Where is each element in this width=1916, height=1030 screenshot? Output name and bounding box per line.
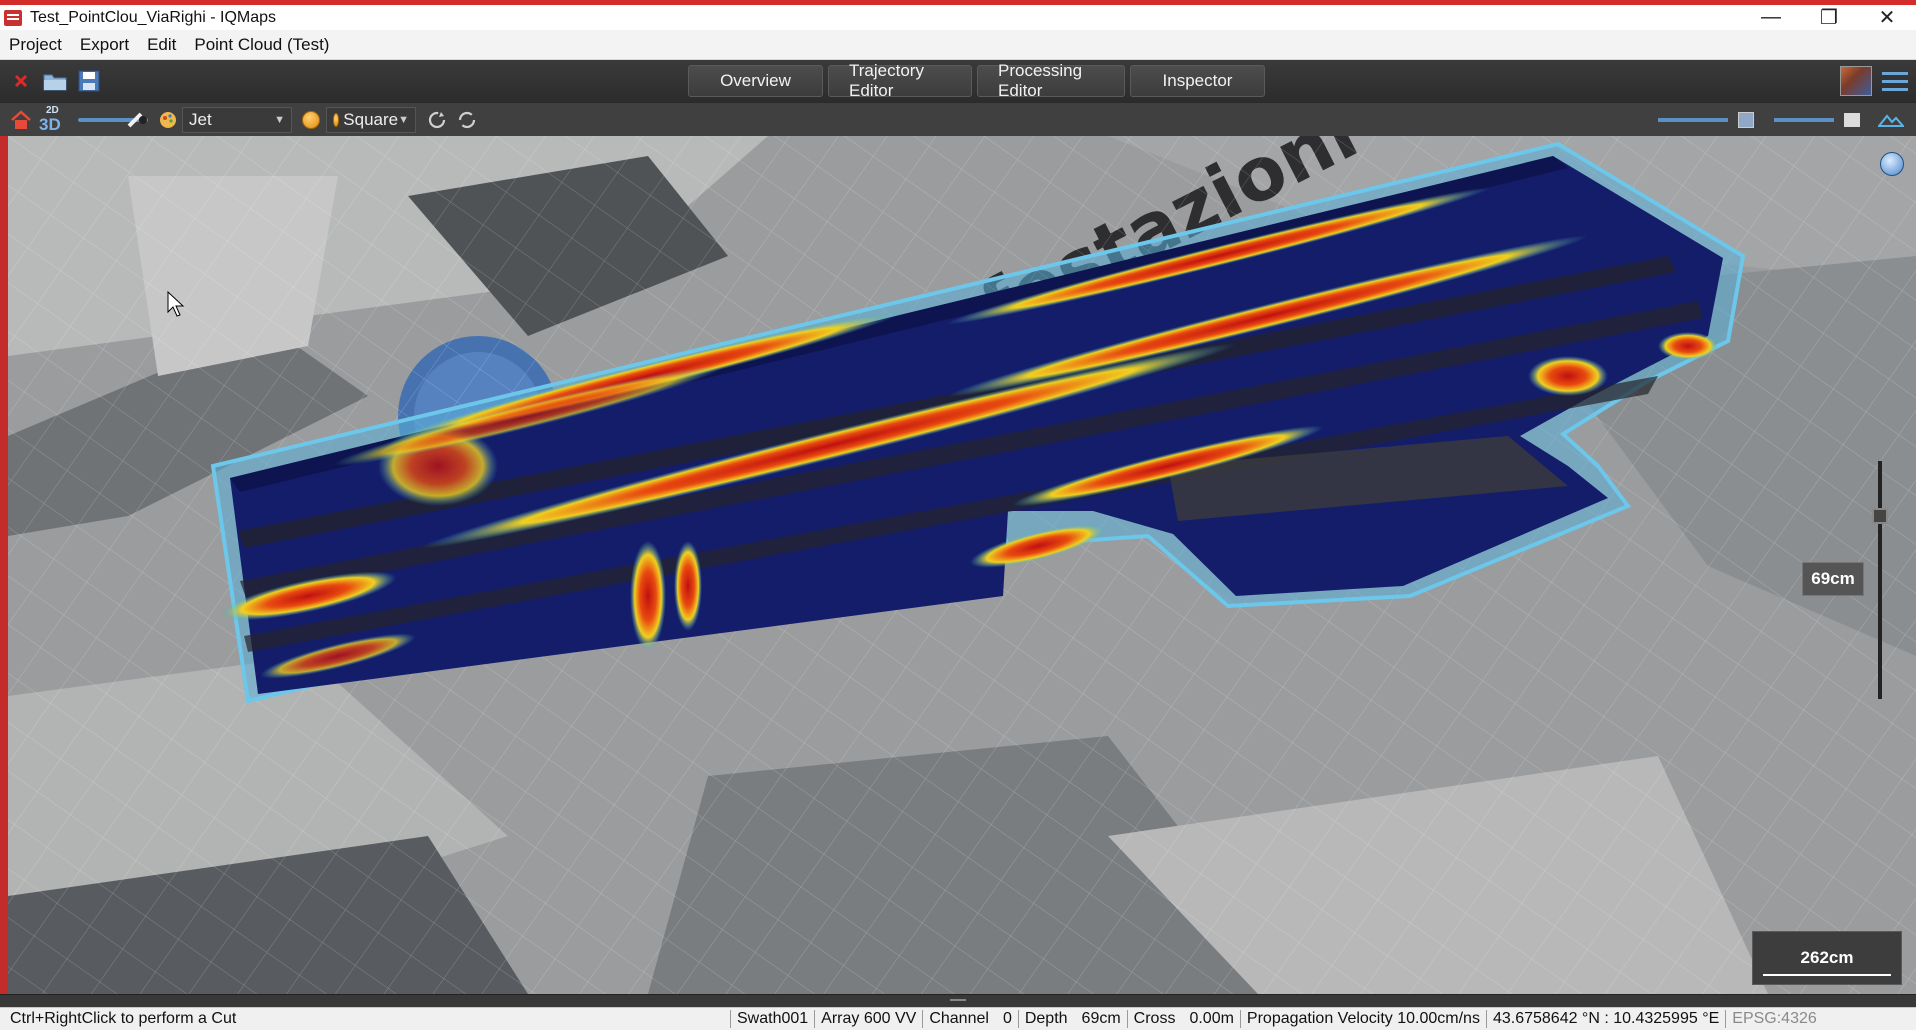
velocity-value: Propagation Velocity 10.00cm/ns (1246, 1010, 1480, 1027)
home-icon[interactable] (10, 107, 32, 133)
menu-project[interactable]: Project (0, 35, 71, 55)
point-color-swatch-icon[interactable] (302, 110, 320, 129)
tab-processing-editor[interactable]: Processing Editor (977, 61, 1125, 100)
refresh-icon[interactable] (426, 107, 448, 133)
map-thumbnail-icon[interactable] (1840, 66, 1872, 96)
point-shape-select[interactable]: Square ▼ (326, 106, 416, 133)
window-title: Test_PointClou_ViaRighi - IQMaps (30, 8, 277, 26)
open-folder-icon[interactable] (42, 68, 68, 94)
scale-label: 262cm (1800, 948, 1854, 967)
brush-icon[interactable] (126, 111, 148, 129)
app-icon (4, 9, 22, 26)
channel-value: 0 (1002, 1010, 1012, 1027)
depth-slider-handle[interactable] (1872, 508, 1888, 524)
swath-value: Swath001 (737, 1010, 809, 1027)
hamburger-menu-icon[interactable] (1882, 71, 1908, 91)
terrain-icon[interactable] (1876, 113, 1906, 127)
globe-icon[interactable] (1880, 152, 1904, 176)
depth-value: 69cm (1081, 1010, 1121, 1027)
colormap-select[interactable]: Jet ▼ (182, 106, 292, 133)
status-coordinates: 43.6758642 °N : 10.4325995 °E (1485, 1010, 1725, 1028)
sync-icon[interactable] (456, 107, 478, 133)
colormap-value: Jet (189, 109, 212, 129)
viewport-splitter[interactable] (0, 994, 1916, 1007)
map-scene: festazioni (8, 136, 1916, 994)
tab-overview[interactable]: Overview (688, 65, 823, 97)
view-toolbar: 2D 3D Jet ▼ Square ▼ (0, 102, 1916, 136)
channel-label: Channel (929, 1010, 989, 1027)
shape-swatch-icon (333, 112, 340, 127)
depth-slider[interactable] (1878, 461, 1882, 699)
right-toolbar (1840, 66, 1908, 96)
layers-icon[interactable] (1738, 111, 1754, 128)
viewport-left-edge (0, 136, 8, 994)
status-bar: Ctrl+RightClick to perform a Cut Swath00… (0, 1007, 1916, 1030)
cross-label: Cross (1133, 1010, 1176, 1027)
status-velocity: Propagation Velocity 10.00cm/ns (1239, 1010, 1486, 1028)
restore-button[interactable]: ❐ (1800, 5, 1858, 30)
view-mode-toggle[interactable]: 2D 3D (38, 105, 64, 134)
title-bar: Test_PointClou_ViaRighi - IQMaps — ❐ ✕ (0, 0, 1916, 30)
epsg-value: EPSG:4326 (1732, 1010, 1817, 1027)
tab-inspector[interactable]: Inspector (1130, 65, 1265, 97)
status-epsg: EPSG:4326 (1725, 1010, 1823, 1028)
opacity-slider[interactable] (1658, 117, 1728, 122)
mode-3d-label: 3D (39, 114, 61, 134)
status-channel: Channel 0 (922, 1010, 1018, 1028)
cross-value: 0.00m (1189, 1010, 1234, 1027)
chevron-down-icon: ▼ (398, 113, 409, 126)
point-shape-value: Square (343, 109, 399, 129)
array-value: Array 600 VV (821, 1010, 917, 1027)
building-icon[interactable] (1844, 112, 1860, 127)
zoom-slider[interactable] (1774, 117, 1834, 122)
minimize-button[interactable]: — (1742, 5, 1800, 30)
3d-viewport[interactable]: festazioni (8, 136, 1916, 994)
status-hint: Ctrl+RightClick to perform a Cut (10, 1010, 237, 1027)
right-view-controls (1658, 111, 1906, 128)
close-window-button[interactable]: ✕ (1858, 5, 1916, 30)
depth-indicator: 69cm (1802, 562, 1864, 596)
coordinates-value: 43.6758642 °N : 10.4325995 °E (1492, 1010, 1720, 1027)
scale-indicator: 262cm (1752, 931, 1902, 985)
status-array: Array 600 VV (814, 1010, 922, 1028)
splitter-grip-icon (950, 999, 966, 1001)
status-depth: Depth 69cm (1017, 1010, 1127, 1028)
menu-point-cloud[interactable]: Point Cloud (Test) (185, 35, 338, 55)
window-controls: — ❐ ✕ (1742, 5, 1916, 30)
chevron-down-icon: ▼ (274, 113, 285, 126)
main-toolbar: Overview Trajectory Editor Processing Ed… (0, 60, 1916, 102)
status-swath: Swath001 (730, 1010, 814, 1028)
menu-export[interactable]: Export (71, 35, 138, 55)
depth-label: Depth (1024, 1010, 1068, 1027)
menu-edit[interactable]: Edit (138, 35, 185, 55)
menu-bar: Project Export Edit Point Cloud (Test) (0, 30, 1916, 60)
view-tabs: Overview Trajectory Editor Processing Ed… (688, 61, 1265, 100)
status-cross: Cross 0.00m (1126, 1010, 1240, 1028)
palette-icon[interactable] (158, 107, 178, 133)
tab-trajectory-editor[interactable]: Trajectory Editor (828, 61, 972, 100)
close-project-icon[interactable] (8, 68, 34, 94)
save-icon[interactable] (76, 68, 102, 94)
